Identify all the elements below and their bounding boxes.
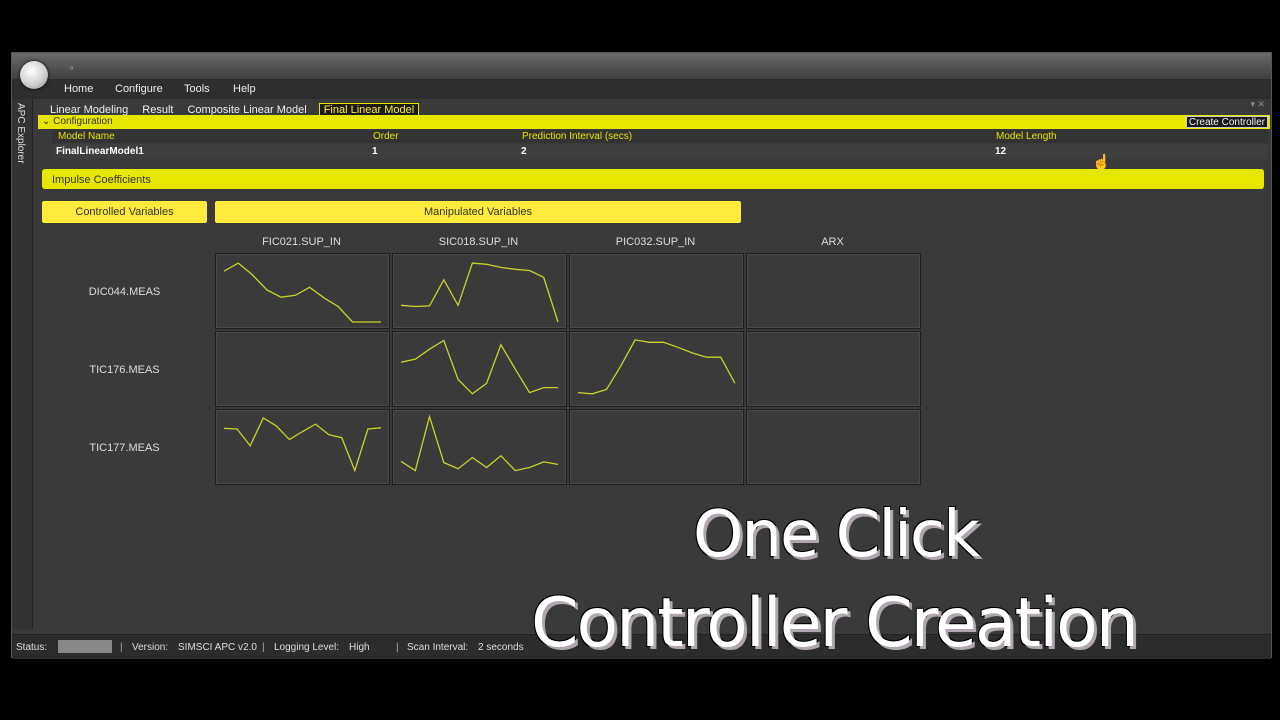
impulse-plot-cell[interactable] bbox=[746, 409, 921, 485]
cell-model-name: FinalLinearModel1 bbox=[56, 146, 144, 157]
manipulated-variables-button[interactable]: Manipulated Variables bbox=[215, 201, 741, 223]
scan-interval-label: Scan Interval: bbox=[407, 642, 469, 653]
application-orb-button[interactable] bbox=[20, 61, 48, 89]
impulse-sparkline bbox=[400, 414, 559, 472]
impulse-response-line bbox=[577, 339, 736, 395]
impulse-response-line bbox=[400, 262, 559, 323]
title-bar: ▫ bbox=[12, 53, 1271, 80]
menu-help[interactable]: Help bbox=[233, 83, 256, 95]
menu-tools[interactable]: Tools bbox=[184, 83, 210, 95]
impulse-plot-cell[interactable] bbox=[215, 331, 390, 407]
impulse-plot-cell[interactable] bbox=[569, 253, 744, 329]
impulse-response-line bbox=[223, 262, 381, 323]
cell-model-length: 12 bbox=[995, 146, 1007, 157]
overlay-caption-line1: One Click bbox=[693, 498, 980, 572]
overlay-caption-line2: Controller Creation bbox=[531, 584, 1139, 663]
column-header-sic018: SIC018.SUP_IN bbox=[438, 236, 519, 248]
column-header-fic021: FIC021.SUP_IN bbox=[262, 236, 341, 248]
controlled-variables-button[interactable]: Controlled Variables bbox=[42, 201, 207, 223]
cell-prediction-interval: 2 bbox=[521, 146, 527, 157]
impulse-plot-cell[interactable] bbox=[569, 331, 744, 407]
header-model-length: Model Length bbox=[996, 131, 1057, 142]
scan-interval-value: 2 seconds bbox=[478, 642, 524, 653]
cell-order: 1 bbox=[372, 146, 378, 157]
impulse-sparkline bbox=[577, 339, 736, 395]
impulse-plot-cell[interactable] bbox=[215, 409, 390, 485]
apc-explorer-sidebar[interactable]: APC Explorer bbox=[12, 99, 33, 629]
impulse-response-line bbox=[400, 339, 558, 395]
column-header-arx: ARX bbox=[821, 236, 844, 248]
impulse-plot-cell[interactable] bbox=[746, 331, 921, 407]
impulse-sparkline bbox=[400, 339, 558, 395]
application-window: ▫ Home Configure Tools Help APC Explorer… bbox=[11, 52, 1272, 659]
status-separator: | bbox=[120, 642, 123, 653]
status-indicator bbox=[58, 640, 112, 653]
impulse-plot-cell[interactable] bbox=[746, 253, 921, 329]
model-grid-header: Model Name Order Prediction Interval (se… bbox=[52, 130, 1268, 143]
menu-bar: Home Configure Tools Help bbox=[12, 79, 1271, 99]
version-value: SIMSCI APC v2.0 bbox=[178, 642, 257, 653]
sidebar-label[interactable]: APC Explorer bbox=[15, 103, 26, 164]
logging-level-label: Logging Level: bbox=[274, 642, 340, 653]
impulse-plot-cell[interactable] bbox=[392, 253, 567, 329]
chevron-down-icon: ⌄ bbox=[42, 116, 51, 127]
impulse-coefficients-bar[interactable]: Impulse Coefficients bbox=[42, 169, 1264, 189]
tab-controls[interactable]: ▾ ✕ bbox=[1250, 99, 1265, 110]
menu-configure[interactable]: Configure bbox=[115, 83, 163, 95]
impulse-sparkline bbox=[400, 262, 559, 323]
row-header-tic176: TIC176.MEAS bbox=[89, 364, 160, 376]
header-order: Order bbox=[373, 131, 399, 142]
row-header-tic177: TIC177.MEAS bbox=[89, 442, 160, 454]
quick-access-icon[interactable]: ▫ bbox=[70, 63, 74, 74]
impulse-plot-cell[interactable] bbox=[392, 331, 567, 407]
version-label: Version: bbox=[132, 642, 169, 653]
impulse-sparkline bbox=[223, 416, 382, 473]
menu-home[interactable]: Home bbox=[64, 83, 93, 95]
row-header-dic044: DIC044.MEAS bbox=[88, 286, 161, 298]
impulse-coefficients-label: Impulse Coefficients bbox=[52, 174, 151, 186]
header-model-name: Model Name bbox=[58, 131, 115, 142]
column-header-pic032: PIC032.SUP_IN bbox=[615, 236, 696, 248]
configuration-bar[interactable]: ⌄ Configuration Create Controller bbox=[38, 115, 1270, 129]
header-prediction-interval: Prediction Interval (secs) bbox=[522, 131, 633, 142]
impulse-sparkline bbox=[223, 262, 381, 323]
document-tabs: Linear Modeling Result Composite Linear Mo… bbox=[48, 100, 429, 117]
impulse-response-line bbox=[223, 416, 382, 473]
status-separator: | bbox=[396, 642, 399, 653]
model-grid-row[interactable]: FinalLinearModel1 1 2 12 bbox=[52, 144, 1268, 159]
impulse-response-line bbox=[400, 414, 559, 472]
impulse-plot-cell[interactable] bbox=[392, 409, 567, 485]
status-label: Status: bbox=[16, 642, 48, 653]
status-separator: | bbox=[262, 642, 265, 653]
create-controller-button[interactable]: Create Controller bbox=[1185, 116, 1268, 128]
configuration-header[interactable]: ⌄ Configuration bbox=[42, 116, 113, 127]
logging-level-value: High bbox=[349, 642, 370, 653]
impulse-plot-cell[interactable] bbox=[215, 253, 390, 329]
configuration-label: Configuration bbox=[53, 116, 113, 127]
impulse-plot-cell[interactable] bbox=[569, 409, 744, 485]
